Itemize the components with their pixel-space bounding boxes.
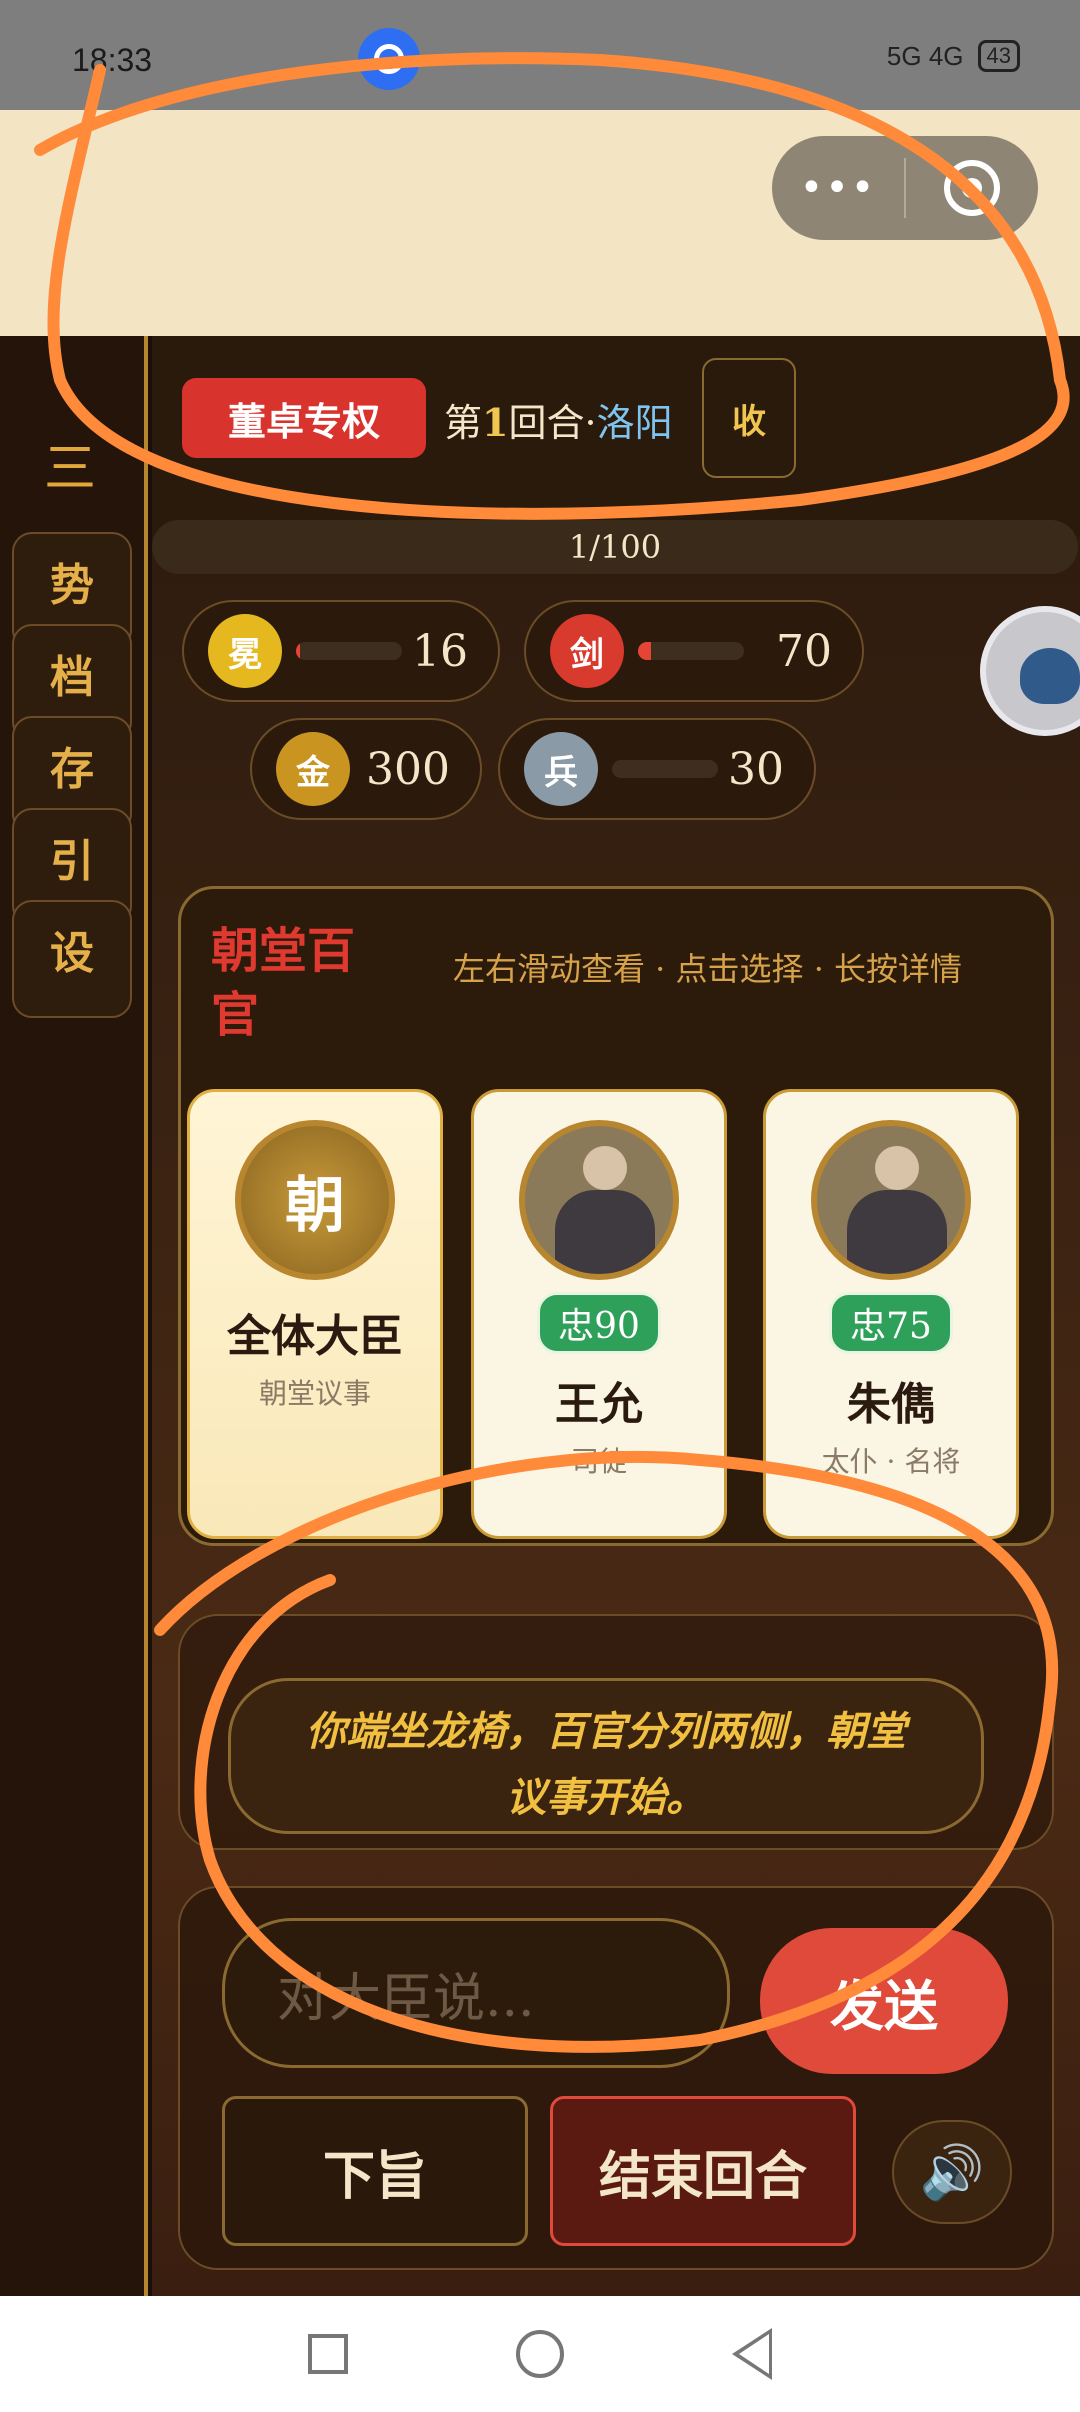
recent-apps-icon[interactable]	[308, 2334, 348, 2374]
military-value: 70	[776, 625, 832, 677]
stat-military: 剑 70	[524, 600, 864, 702]
minister-role: 朝堂议事	[258, 1377, 371, 1410]
stat-troops: 兵 30	[498, 718, 816, 820]
system-nav-bar	[0, 2296, 1080, 2412]
troops-value: 30	[728, 743, 784, 795]
minister-portrait	[811, 1120, 971, 1280]
prestige-value: 16	[412, 625, 468, 677]
turn-progress: 1/100	[152, 520, 1078, 574]
end-turn-button[interactable]: 结束回合	[550, 2096, 856, 2246]
round-suffix: 回合·	[508, 401, 597, 445]
minister-name: 王允	[555, 1379, 643, 1430]
minister-name: 全体大臣	[227, 1311, 403, 1362]
minister-portrait	[519, 1120, 679, 1280]
home-icon[interactable]	[516, 2330, 564, 2378]
round-indicator: 第1回合·洛阳	[444, 392, 673, 447]
round-number: 1	[482, 400, 509, 445]
top-bar: 董卓专权 第1回合·洛阳 收	[152, 336, 1080, 536]
minister-card-zhujun[interactable]: 忠75 朱儁 太仆 · 名将	[763, 1089, 1019, 1539]
sidebar: 三 势 档 存 引 设	[0, 336, 148, 2296]
input-panel: 对大臣说... 发送 下旨 结束回合 🔊	[178, 1886, 1054, 2270]
stat-gold: 金 300	[250, 718, 482, 820]
loyalty-badge: 忠90	[537, 1292, 661, 1354]
close-target-icon[interactable]	[906, 160, 1038, 216]
minister-name: 朱儁	[847, 1379, 935, 1430]
court-hint: 左右滑动查看 · 点击选择 · 长按详情	[453, 950, 963, 988]
sidebar-item-settings[interactable]: 设	[12, 900, 132, 1018]
miniprogram-capsule: •••	[772, 136, 1038, 240]
main-panel: 董卓专权 第1回合·洛阳 收 1/100 冕 16 剑 70 金 300 兵 3…	[152, 336, 1080, 2296]
minister-card-all[interactable]: 朝 全体大臣 朝堂议事	[187, 1089, 443, 1539]
app-indicator-icon	[358, 28, 420, 90]
scenario-tag[interactable]: 董卓专权	[182, 378, 426, 458]
minister-role: 太仆 · 名将	[821, 1445, 961, 1478]
status-bar: 18:33 5G 4G 43	[0, 0, 1080, 110]
soldier-icon: 兵	[524, 732, 598, 806]
prestige-bar-fill	[296, 642, 301, 660]
status-icons: 5G 4G 43	[887, 40, 1020, 72]
send-button[interactable]: 发送	[760, 1928, 1008, 2074]
troops-bar	[612, 760, 718, 778]
gold-icon: 金	[276, 732, 350, 806]
battery-indicator: 43	[977, 40, 1020, 72]
collapse-button[interactable]: 收	[702, 358, 796, 478]
miniprogram-header: •••	[0, 110, 1080, 336]
sword-icon: 剑	[550, 614, 624, 688]
court-avatar: 朝	[235, 1120, 395, 1280]
decree-button[interactable]: 下旨	[222, 2096, 528, 2246]
court-panel: 朝堂百官 左右滑动查看 · 点击选择 · 长按详情 朝 全体大臣 朝堂议事 忠9…	[178, 886, 1054, 1546]
military-bar	[638, 642, 744, 660]
gold-value: 300	[366, 743, 450, 795]
narration-text: 你端坐龙椅，百官分列两侧，朝堂议事开始。	[228, 1678, 984, 1834]
network-indicator: 5G 4G	[886, 40, 964, 71]
message-input[interactable]: 对大臣说...	[222, 1918, 730, 2068]
prestige-bar	[296, 642, 402, 660]
minister-role: 司徒	[570, 1445, 627, 1478]
sound-icon[interactable]: 🔊	[892, 2120, 1012, 2224]
minister-card-wangyun[interactable]: 忠90 王允 司徒	[471, 1089, 727, 1539]
back-icon[interactable]	[732, 2328, 772, 2380]
status-time: 18:33	[72, 42, 153, 78]
narration-panel: 你端坐龙椅，百官分列两侧，朝堂议事开始。	[178, 1614, 1054, 1850]
military-bar-fill	[638, 642, 651, 660]
court-title: 朝堂百官	[211, 923, 356, 1043]
assistant-float-icon[interactable]	[980, 606, 1080, 736]
stat-prestige: 冕 16	[182, 600, 500, 702]
loyalty-badge: 忠75	[829, 1292, 953, 1354]
crown-icon: 冕	[208, 614, 282, 688]
menu-icon[interactable]: 三	[44, 426, 96, 501]
city-name: 洛阳	[596, 401, 673, 445]
round-prefix: 第	[444, 401, 483, 445]
more-dots-icon[interactable]: •••	[772, 165, 904, 211]
